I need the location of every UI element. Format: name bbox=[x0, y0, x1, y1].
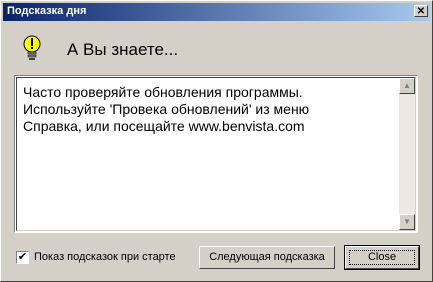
show-on-startup-checkbox[interactable]: ✔ bbox=[16, 251, 29, 264]
tip-text-area-inner: Часто проверяйте обновления программы. И… bbox=[16, 77, 416, 231]
arrow-up-icon: ▲ bbox=[403, 81, 411, 90]
tip-text: Часто проверяйте обновления программы. И… bbox=[23, 84, 310, 134]
tip-text-area[interactable]: Часто проверяйте обновления программы. И… bbox=[14, 75, 418, 233]
next-tip-button[interactable]: Следующая подсказка bbox=[199, 246, 335, 269]
scroll-up-button[interactable]: ▲ bbox=[399, 78, 415, 94]
show-on-startup-label[interactable]: Показ подсказок при старте bbox=[34, 251, 176, 263]
arrow-down-icon: ▼ bbox=[403, 217, 411, 226]
vertical-scrollbar[interactable]: ▲ ▼ bbox=[399, 78, 415, 230]
close-button-default-frame: Close bbox=[344, 245, 420, 270]
scroll-down-button[interactable]: ▼ bbox=[399, 214, 415, 230]
lightbulb-icon bbox=[23, 35, 41, 60]
close-window-button[interactable]: ✕ bbox=[414, 5, 428, 17]
window-title: Подсказка дня bbox=[7, 5, 87, 17]
did-you-know-heading: А Вы знаете... bbox=[67, 40, 179, 59]
close-button[interactable]: Close bbox=[345, 246, 419, 269]
checkmark-icon: ✔ bbox=[17, 251, 28, 263]
close-icon: ✕ bbox=[416, 6, 426, 17]
focus-ring bbox=[349, 250, 415, 265]
tip-of-the-day-dialog: Подсказка дня ✕ А Вы знаете... Часто про… bbox=[0, 0, 433, 282]
title-bar[interactable]: Подсказка дня ✕ bbox=[3, 3, 430, 21]
